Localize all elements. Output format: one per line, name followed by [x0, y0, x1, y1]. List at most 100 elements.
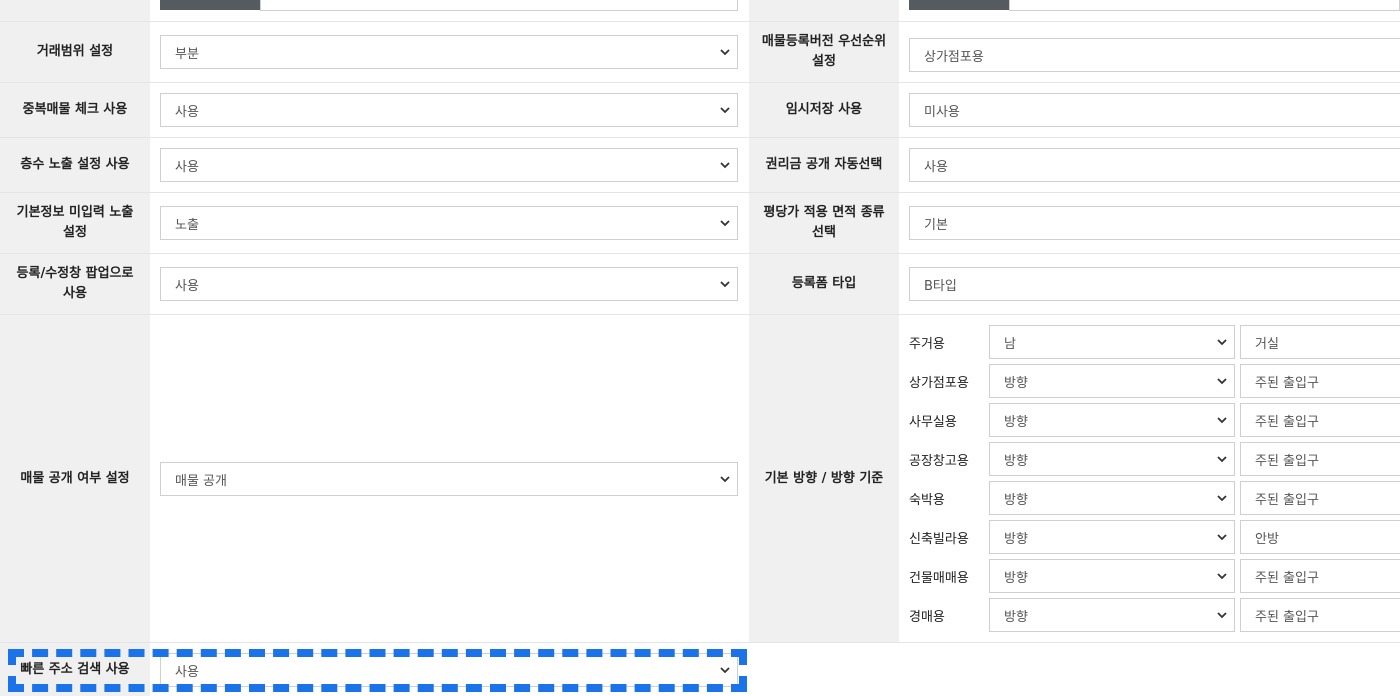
direction-basis-select[interactable]: 주된 출입구	[1240, 598, 1400, 632]
label-listing-public: 매물 공개 여부 설정	[0, 315, 150, 642]
label-floor-display: 층수 노출 설정 사용	[0, 138, 150, 192]
premium-auto-value: 사용	[924, 159, 948, 175]
direction-select[interactable]: 남	[989, 325, 1235, 359]
label-popup-usage: 등록/수정창 팝업으로 사용	[0, 254, 150, 314]
top-label-right	[749, 0, 899, 21]
direction-type-label: 숙박용	[909, 492, 945, 508]
direction-select[interactable]: 방향	[989, 598, 1235, 632]
popup-usage-value: 사용	[175, 278, 199, 294]
direction-select[interactable]: 방향	[989, 559, 1235, 593]
direction-value: 방향	[1004, 531, 1028, 547]
quick-address-value: 사용	[175, 664, 199, 680]
label-area-type: 평당가 적용 면적 종류 선택	[749, 193, 899, 253]
direction-basis-value: 안방	[1255, 531, 1279, 547]
direction-basis-select[interactable]: 안방	[1240, 520, 1400, 554]
temp-save-value: 미사용	[924, 104, 960, 120]
direction-type-label: 주거용	[909, 336, 945, 352]
direction-basis-select[interactable]: 주된 출입구	[1240, 364, 1400, 398]
row-divider	[0, 314, 1400, 315]
direction-value: 남	[1004, 336, 1016, 352]
direction-basis-select[interactable]: 주된 출입구	[1240, 559, 1400, 593]
chevron-down-icon	[720, 49, 730, 56]
direction-type-label: 신축빌라용	[909, 531, 969, 547]
direction-type-label: 경매용	[909, 609, 945, 625]
direction-basis-value: 주된 출입구	[1255, 609, 1319, 625]
label-version-priority: 매물등록버전 우선순위설정	[749, 22, 899, 82]
floor-display-value: 사용	[175, 159, 199, 175]
temp-save-select[interactable]: 미사용	[909, 93, 1400, 127]
direction-value: 방향	[1004, 375, 1028, 391]
row-divider	[0, 192, 1400, 193]
chevron-down-icon	[720, 162, 730, 169]
top-field-left[interactable]	[260, 0, 738, 11]
direction-basis-select[interactable]: 거실	[1240, 325, 1400, 359]
premium-auto-select[interactable]: 사용	[909, 148, 1400, 182]
direction-type-label: 건물매매용	[909, 570, 969, 586]
chevron-down-icon	[720, 220, 730, 227]
duplicate-check-value: 사용	[175, 104, 199, 120]
direction-basis-select[interactable]: 주된 출입구	[1240, 442, 1400, 476]
trade-range-value: 부분	[175, 46, 199, 62]
top-button-left[interactable]	[160, 0, 260, 10]
direction-select[interactable]: 방향	[989, 481, 1235, 515]
listing-public-select[interactable]: 매물 공개	[160, 462, 738, 496]
chevron-down-icon	[1217, 612, 1227, 619]
label-premium-auto: 권리금 공개 자동선택	[749, 138, 899, 192]
chevron-down-icon	[720, 667, 730, 674]
chevron-down-icon	[1217, 339, 1227, 346]
direction-value: 방향	[1004, 492, 1028, 508]
direction-basis-select[interactable]: 주된 출입구	[1240, 481, 1400, 515]
direction-value: 방향	[1004, 453, 1028, 469]
chevron-down-icon	[720, 107, 730, 114]
direction-basis-value: 주된 출입구	[1255, 414, 1319, 430]
version-priority-select[interactable]: 상가점포용	[909, 38, 1400, 72]
direction-select[interactable]: 방향	[989, 442, 1235, 476]
direction-type-label: 공장창고용	[909, 453, 969, 469]
top-field-right[interactable]	[1009, 0, 1400, 11]
chevron-down-icon	[1217, 495, 1227, 502]
direction-basis-value: 주된 출입구	[1255, 570, 1319, 586]
row-divider	[0, 642, 1400, 643]
direction-basis-value: 주된 출입구	[1255, 453, 1319, 469]
chevron-down-icon	[720, 281, 730, 288]
row-divider	[0, 21, 1400, 22]
top-label-left	[0, 0, 150, 21]
chevron-down-icon	[720, 476, 730, 483]
direction-select[interactable]: 방향	[989, 403, 1235, 437]
label-duplicate-check: 중복매물 체크 사용	[0, 83, 150, 137]
label-temp-save: 임시저장 사용	[749, 83, 899, 137]
row-divider	[0, 253, 1400, 254]
label-quick-address: 빠른 주소 검색 사용	[0, 643, 150, 696]
form-type-select[interactable]: B타입	[909, 267, 1400, 301]
label-form-type: 등록폼 타입	[749, 254, 899, 314]
direction-basis-value: 주된 출입구	[1255, 375, 1319, 391]
row-divider	[0, 137, 1400, 138]
label-default-direction: 기본 방향 / 방향 기준	[749, 315, 899, 642]
area-type-select[interactable]: 기본	[909, 206, 1400, 240]
basic-info-display-value: 노출	[175, 217, 199, 233]
version-priority-value: 상가점포용	[924, 49, 984, 65]
row-divider	[0, 82, 1400, 83]
area-type-value: 기본	[924, 217, 948, 233]
direction-basis-select[interactable]: 주된 출입구	[1240, 403, 1400, 437]
chevron-down-icon	[1217, 378, 1227, 385]
chevron-down-icon	[1217, 534, 1227, 541]
top-button-right[interactable]	[909, 0, 1009, 10]
label-basic-info-display: 기본정보 미입력 노출 설정	[0, 193, 150, 253]
listing-public-value: 매물 공개	[175, 473, 227, 489]
floor-display-select[interactable]: 사용	[160, 148, 738, 182]
direction-type-label: 사무실용	[909, 414, 957, 430]
popup-usage-select[interactable]: 사용	[160, 267, 738, 301]
direction-basis-value: 주된 출입구	[1255, 492, 1319, 508]
direction-value: 방향	[1004, 609, 1028, 625]
chevron-down-icon	[1217, 573, 1227, 580]
form-type-value: B타입	[924, 278, 957, 294]
duplicate-check-select[interactable]: 사용	[160, 93, 738, 127]
direction-select[interactable]: 방향	[989, 520, 1235, 554]
trade-range-select[interactable]: 부분	[160, 35, 738, 69]
basic-info-display-select[interactable]: 노출	[160, 206, 738, 240]
chevron-down-icon	[1217, 417, 1227, 424]
direction-select[interactable]: 방향	[989, 364, 1235, 398]
quick-address-select[interactable]: 사용	[160, 653, 738, 687]
direction-value: 방향	[1004, 414, 1028, 430]
